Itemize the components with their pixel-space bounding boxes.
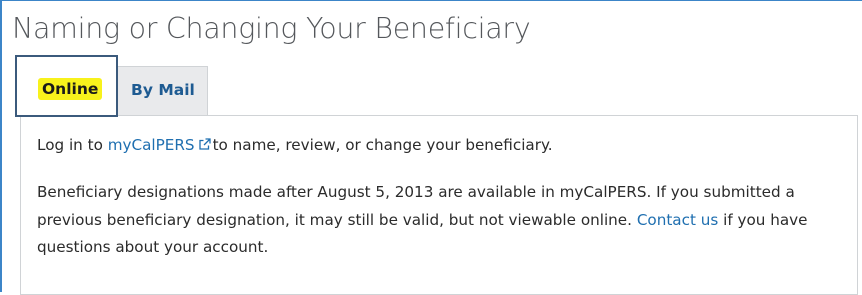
tab-by-mail-label: By Mail: [131, 81, 195, 99]
section-heading: Naming or Changing Your Beneficiary: [12, 12, 531, 45]
tab-panel-online: Log in to myCalPERS to name, review, or c…: [20, 115, 858, 295]
tab-online-label: Online: [38, 78, 103, 100]
login-prefix: Log in to: [37, 136, 108, 154]
contact-us-link[interactable]: Contact us: [637, 211, 718, 229]
tab-online[interactable]: Online: [15, 55, 118, 117]
designation-paragraph: Beneficiary designations made after Augu…: [37, 179, 855, 262]
login-paragraph: Log in to myCalPERS to name, review, or c…: [37, 132, 855, 161]
login-suffix: to name, review, or change your benefici…: [212, 136, 553, 154]
external-link-icon: [198, 133, 211, 161]
mycalpers-link[interactable]: myCalPERS: [108, 136, 195, 154]
page-frame: Naming or Changing Your Beneficiary Onli…: [0, 0, 862, 295]
tab-by-mail[interactable]: By Mail: [116, 66, 208, 117]
